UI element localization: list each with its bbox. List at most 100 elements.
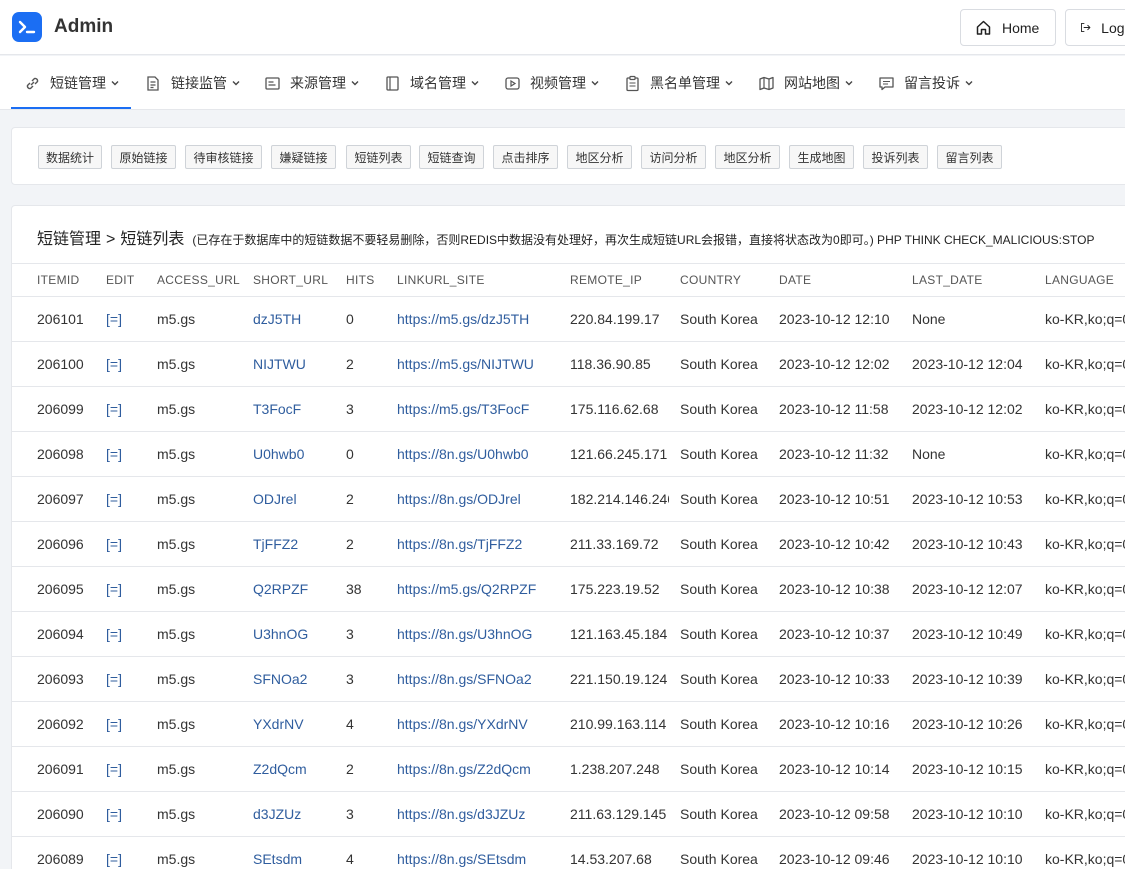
short-url-link[interactable]: U0hwb0 <box>253 446 304 462</box>
linkurl-site-link[interactable]: https://8n.gs/TjFFZ2 <box>397 536 522 552</box>
short-url-link[interactable]: U3hnOG <box>253 626 308 642</box>
edit-link[interactable]: [=] <box>106 311 122 327</box>
suspicious-links-button[interactable]: 嫌疑链接 <box>271 145 336 169</box>
region-analysis-button-2[interactable]: 地区分析 <box>715 145 780 169</box>
cell-date: 2023-10-12 10:38 <box>779 581 890 597</box>
linkurl-site-link[interactable]: https://m5.gs/NIJTWU <box>397 356 534 372</box>
edit-link[interactable]: [=] <box>106 581 122 597</box>
short-url-link[interactable]: SEtsdm <box>253 851 302 867</box>
click-sort-button[interactable]: 点击排序 <box>493 145 558 169</box>
linkurl-site-link[interactable]: https://8n.gs/U0hwb0 <box>397 446 529 462</box>
linkurl-site-link[interactable]: https://8n.gs/SEtsdm <box>397 851 526 867</box>
cell-last-date: 2023-10-12 12:04 <box>912 356 1023 372</box>
complaint-list-button[interactable]: 投诉列表 <box>863 145 928 169</box>
column-country[interactable]: COUNTRY <box>680 273 741 287</box>
column-date[interactable]: DATE <box>779 273 811 287</box>
cell-itemid: 206095 <box>37 581 84 597</box>
shortlink-query-button[interactable]: 短链查询 <box>419 145 484 169</box>
cell-hits: 3 <box>346 806 354 822</box>
linkurl-site-link[interactable]: https://8n.gs/YXdrNV <box>397 716 528 732</box>
cell-country: South Korea <box>680 536 758 552</box>
generate-map-button[interactable]: 生成地图 <box>789 145 854 169</box>
chevron-down-icon <box>591 81 599 86</box>
short-url-link[interactable]: YXdrNV <box>253 716 304 732</box>
cell-itemid: 206094 <box>37 626 84 642</box>
linkurl-site-link[interactable]: https://8n.gs/SFNOa2 <box>397 671 532 687</box>
cell-itemid: 206099 <box>37 401 84 417</box>
edit-link[interactable]: [=] <box>106 671 122 687</box>
edit-link[interactable]: [=] <box>106 491 122 507</box>
column-access-url[interactable]: ACCESS_URL <box>157 273 240 287</box>
terminal-icon[interactable] <box>12 12 42 42</box>
message-list-button[interactable]: 留言列表 <box>937 145 1002 169</box>
breadcrumb-parent[interactable]: 短链管理 <box>37 231 101 248</box>
shortlink-list-button[interactable]: 短链列表 <box>346 145 411 169</box>
short-url-link[interactable]: Q2RPZF <box>253 581 308 597</box>
visit-analysis-button[interactable]: 访问分析 <box>641 145 706 169</box>
cell-itemid: 206091 <box>37 761 84 777</box>
column-linkurl-site[interactable]: LINKURL_SITE <box>397 273 485 287</box>
cell-hits: 0 <box>346 311 354 327</box>
nav-video-management[interactable]: 视频管理 <box>504 56 600 110</box>
cell-language: ko-KR,ko;q=0 <box>1045 761 1125 777</box>
nav-blacklist-management[interactable]: 黑名单管理 <box>624 56 734 110</box>
cell-country: South Korea <box>680 761 758 777</box>
edit-link[interactable]: [=] <box>106 536 122 552</box>
nav-link-monitor[interactable]: 链接监管 <box>145 56 241 110</box>
table-row: 206094 [=] m5.gs U3hnOG 3 https://8n.gs/… <box>12 612 1125 657</box>
short-url-link[interactable]: NIJTWU <box>253 356 306 372</box>
column-remote-ip[interactable]: REMOTE_IP <box>570 273 642 287</box>
nav-shortlink-management[interactable]: 短链管理 <box>24 56 120 110</box>
column-language[interactable]: LANGUAGE <box>1045 273 1114 287</box>
edit-link[interactable]: [=] <box>106 851 122 867</box>
nav-source-management[interactable]: 来源管理 <box>264 56 360 110</box>
short-url-link[interactable]: T3FocF <box>253 401 301 417</box>
breadcrumb-note: (已存在于数据库中的短链数据不要轻易删除，否则REDIS中数据没有处理好，再次生… <box>192 233 1095 247</box>
original-links-button[interactable]: 原始链接 <box>111 145 176 169</box>
linkurl-site-link[interactable]: https://8n.gs/d3JZUz <box>397 806 525 822</box>
edit-link[interactable]: [=] <box>106 716 122 732</box>
linkurl-site-link[interactable]: https://m5.gs/Q2RPZF <box>397 581 536 597</box>
cell-hits: 4 <box>346 716 354 732</box>
region-analysis-button[interactable]: 地区分析 <box>567 145 632 169</box>
edit-link[interactable]: [=] <box>106 356 122 372</box>
short-url-link[interactable]: Z2dQcm <box>253 761 307 777</box>
pending-review-links-button[interactable]: 待审核链接 <box>185 145 262 169</box>
nav-domain-management[interactable]: 域名管理 <box>384 56 480 110</box>
table-row: 206100 [=] m5.gs NIJTWU 2 https://m5.gs/… <box>12 342 1125 387</box>
app-title[interactable]: Admin <box>54 16 113 38</box>
cell-access-url: m5.gs <box>157 581 196 597</box>
edit-link[interactable]: [=] <box>106 401 122 417</box>
edit-link[interactable]: [=] <box>106 626 122 642</box>
short-url-link[interactable]: TjFFZ2 <box>253 536 298 552</box>
nav-message-complaints[interactable]: 留言投诉 <box>878 56 974 110</box>
edit-link[interactable]: [=] <box>106 446 122 462</box>
logout-button[interactable]: Logout <box>1065 9 1125 46</box>
data-stats-button[interactable]: 数据统计 <box>38 145 102 169</box>
chevron-down-icon <box>725 81 733 86</box>
linkurl-site-link[interactable]: https://8n.gs/ODJrel <box>397 491 521 507</box>
home-button[interactable]: Home <box>960 9 1056 46</box>
nav-sitemap[interactable]: 网站地图 <box>758 56 854 110</box>
edit-link[interactable]: [=] <box>106 806 122 822</box>
short-url-link[interactable]: d3JZUz <box>253 806 301 822</box>
linkurl-site-link[interactable]: https://m5.gs/dzJ5TH <box>397 311 529 327</box>
linkurl-site-link[interactable]: https://8n.gs/Z2dQcm <box>397 761 531 777</box>
cell-hits: 0 <box>346 446 354 462</box>
linkurl-site-link[interactable]: https://8n.gs/U3hnOG <box>397 626 532 642</box>
short-url-link[interactable]: dzJ5TH <box>253 311 301 327</box>
breadcrumb-current: 短链列表 <box>120 231 185 248</box>
cell-country: South Korea <box>680 581 758 597</box>
column-edit[interactable]: EDIT <box>106 273 135 287</box>
short-url-link[interactable]: ODJrel <box>253 491 297 507</box>
cell-language: ko-KR,ko;q=0 <box>1045 401 1125 417</box>
short-url-link[interactable]: SFNOa2 <box>253 671 307 687</box>
edit-link[interactable]: [=] <box>106 761 122 777</box>
column-hits[interactable]: HITS <box>346 273 375 287</box>
column-last-date[interactable]: LAST_DATE <box>912 273 983 287</box>
column-itemid[interactable]: ITEMID <box>37 273 79 287</box>
column-short-url[interactable]: SHORT_URL <box>253 273 328 287</box>
chevron-down-icon <box>845 81 853 86</box>
linkurl-site-link[interactable]: https://m5.gs/T3FocF <box>397 401 529 417</box>
cell-country: South Korea <box>680 491 758 507</box>
